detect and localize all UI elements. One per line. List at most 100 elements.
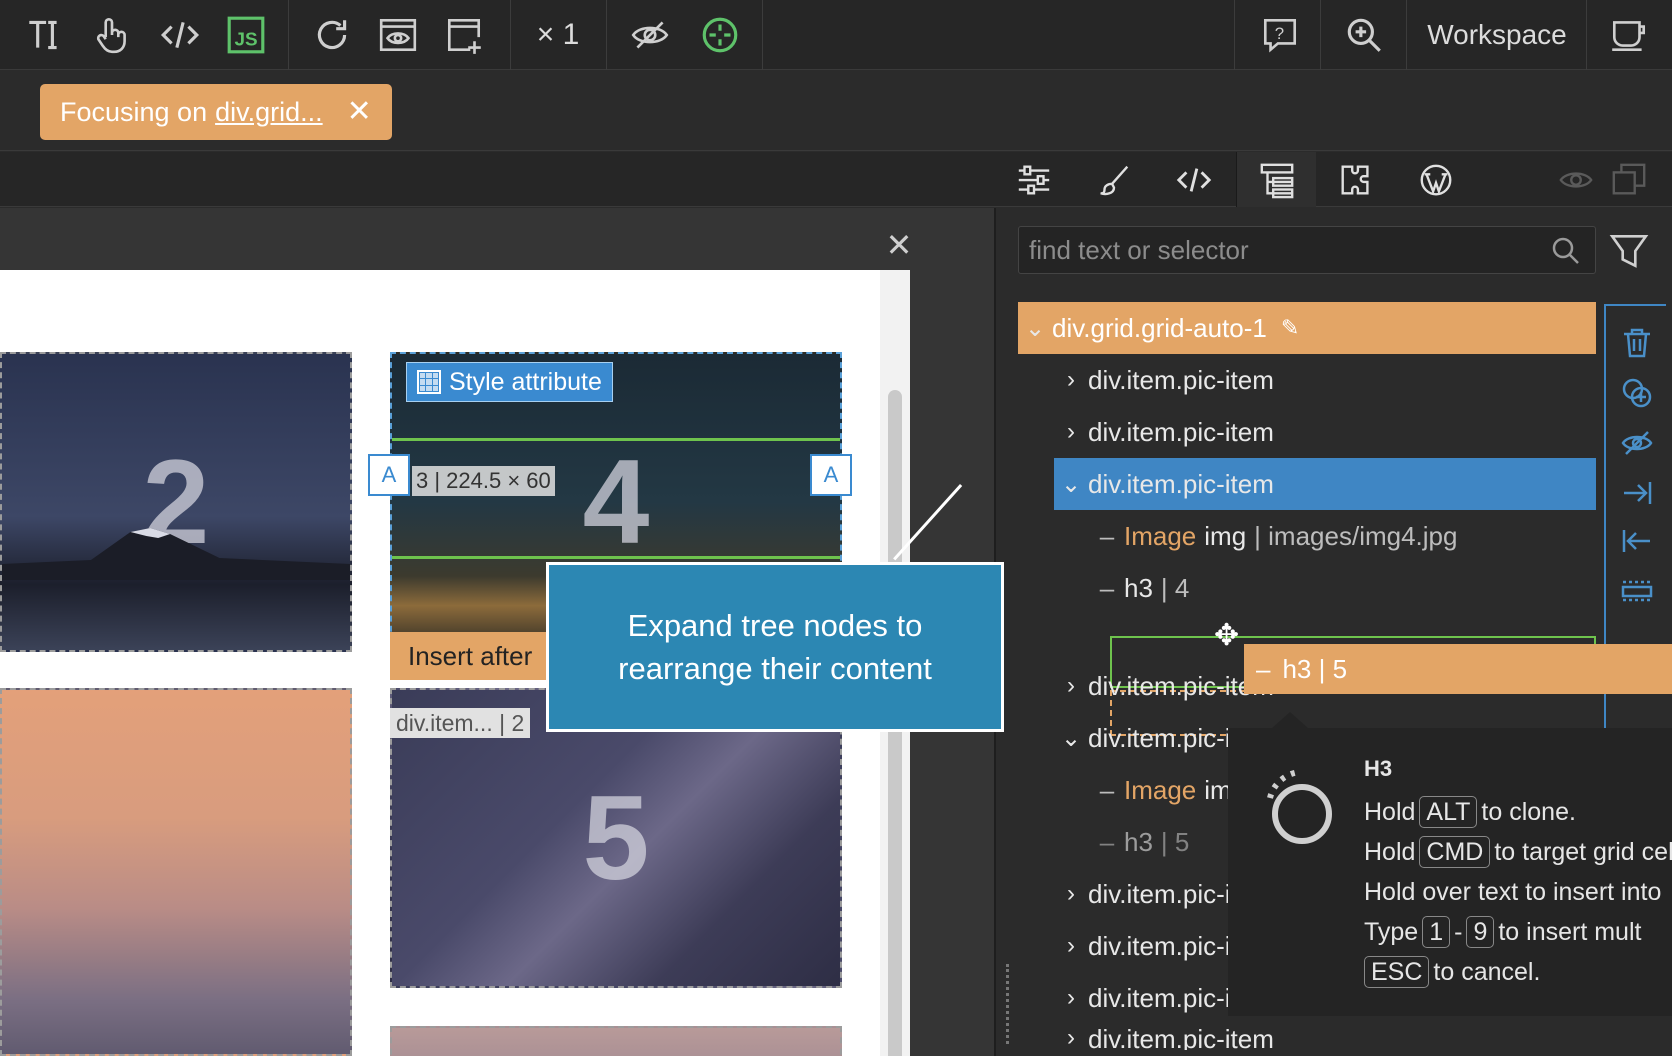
wrap-icon[interactable] xyxy=(1620,574,1654,608)
search-placeholder: find text or selector xyxy=(1029,234,1249,265)
picture-number: 4 xyxy=(582,435,650,569)
duplicate-add-icon[interactable] xyxy=(1620,376,1654,410)
dash-icon: – xyxy=(1099,774,1115,805)
tooltip-arrow xyxy=(1272,712,1308,728)
text-icon[interactable] xyxy=(14,0,74,70)
focus-target-link[interactable]: div.grid... xyxy=(215,97,323,128)
image-src: | images/img4.jpg xyxy=(1254,520,1458,551)
tree-node[interactable]: › div.item.pic-item xyxy=(1054,1024,1596,1050)
tab-components[interactable] xyxy=(1316,152,1396,207)
picture-number: 5 xyxy=(582,771,650,905)
tooltip-title: H3 xyxy=(1364,756,1393,781)
left-anchor-button[interactable]: A xyxy=(368,454,410,496)
tutorial-callout: Expand tree nodes to rearrange their con… xyxy=(546,562,1004,732)
eye-off-icon[interactable] xyxy=(620,0,680,70)
tooltip-text: - xyxy=(1454,918,1463,946)
hand-pointer-icon[interactable] xyxy=(82,0,142,70)
chevron-right-icon[interactable]: › xyxy=(1054,672,1088,700)
grid-image-2[interactable]: 2 xyxy=(0,352,352,652)
tree-icon xyxy=(1260,163,1293,198)
close-icon[interactable]: ✕ xyxy=(884,229,914,261)
insert-after-label: Insert after xyxy=(390,632,551,680)
js-icon[interactable]: JS xyxy=(216,0,276,70)
code-icon[interactable] xyxy=(150,0,210,70)
svg-text:JS: JS xyxy=(234,30,257,51)
add-page-icon[interactable] xyxy=(434,0,494,70)
top-toolbar: JS × 1 ? Workspace xyxy=(0,0,1672,70)
chevron-right-icon[interactable]: › xyxy=(1054,984,1088,1012)
settings-sliders-icon xyxy=(1018,165,1050,194)
zoom-icon[interactable] xyxy=(1332,0,1396,70)
chevron-down-icon[interactable]: ⌄ xyxy=(1018,314,1052,343)
dragged-node-label: h3 | 5 xyxy=(1282,653,1348,684)
workspace-button[interactable]: Workspace xyxy=(1418,0,1576,70)
tab-style[interactable] xyxy=(1074,152,1154,207)
brush-icon: ✎ xyxy=(1280,315,1300,340)
h3-value: | 5 xyxy=(1160,826,1190,857)
chevron-right-icon[interactable]: › xyxy=(1054,932,1088,960)
search-icon[interactable] xyxy=(1551,236,1581,266)
chevron-down-icon[interactable]: ⌄ xyxy=(1054,724,1088,753)
panel-resize-handle[interactable] xyxy=(1006,964,1010,1044)
mountain-shape xyxy=(2,528,350,580)
tooltip-text: Hold xyxy=(1364,838,1416,866)
chevron-down-icon[interactable]: ⌄ xyxy=(1054,470,1088,499)
tab-tree[interactable] xyxy=(1236,152,1316,207)
h3-value: | 4 xyxy=(1160,572,1190,603)
grid-image-bottom[interactable] xyxy=(390,1026,842,1056)
tree-node-root[interactable]: ⌄ div.grid.grid-auto-1 ✎ xyxy=(1018,302,1596,354)
eye-icon[interactable] xyxy=(1556,152,1596,207)
code-icon xyxy=(1176,167,1212,192)
tab-code[interactable] xyxy=(1154,152,1234,207)
close-icon[interactable]: ✕ xyxy=(347,97,372,127)
grid-image-sunset[interactable] xyxy=(0,688,352,1056)
brush-icon xyxy=(1100,165,1129,195)
tooltip-text: to cancel. xyxy=(1433,958,1541,986)
focus-chip: Focusing on div.grid... ✕ xyxy=(40,84,392,140)
tab-wordpress[interactable] xyxy=(1396,152,1476,207)
svg-text:?: ? xyxy=(1275,24,1284,43)
tooltip-text: Hold over text to insert into xyxy=(1364,878,1662,906)
search-input[interactable]: find text or selector xyxy=(1018,226,1596,274)
copy-icon[interactable] xyxy=(1604,152,1654,207)
image-tag: Image xyxy=(1124,774,1197,805)
tree-node-selected[interactable]: ⌄ div.item.pic-item xyxy=(1054,458,1596,510)
chevron-right-icon[interactable]: › xyxy=(1054,418,1088,446)
tree-node-image[interactable]: – Image img | images/img4.jpg xyxy=(1090,510,1596,562)
indent-left-icon[interactable] xyxy=(1620,524,1654,558)
style-attribute-badge[interactable]: Style attribute xyxy=(406,362,613,402)
wordpress-icon xyxy=(1420,164,1452,195)
h3-tag: h3 xyxy=(1124,826,1153,857)
tooltip-text: Hold xyxy=(1364,798,1416,826)
help-icon[interactable]: ? xyxy=(1248,0,1312,70)
alt-key: ALT xyxy=(1419,796,1478,828)
dragged-node[interactable]: – h3 | 5 xyxy=(1244,644,1672,694)
chevron-right-icon[interactable]: › xyxy=(1054,1024,1088,1050)
tree-node[interactable]: › div.item.pic-item xyxy=(1054,406,1596,458)
chevron-right-icon[interactable]: › xyxy=(1054,366,1088,394)
right-anchor-button[interactable]: A xyxy=(810,454,852,496)
trash-icon[interactable] xyxy=(1620,326,1654,360)
cup-icon[interactable] xyxy=(1596,0,1662,70)
tree-node-label: div.grid.grid-auto-1 xyxy=(1052,312,1267,343)
eye-off-icon[interactable] xyxy=(1620,426,1654,460)
tab-settings[interactable] xyxy=(994,152,1074,207)
drag-hint-tooltip: H3 Hold ALT to clone. Hold CMD to target gri… xyxy=(1228,712,1672,1016)
refresh-icon[interactable] xyxy=(302,0,362,70)
indent-right-icon[interactable] xyxy=(1620,476,1654,510)
chevron-right-icon[interactable]: › xyxy=(1054,880,1088,908)
tree-node-h3[interactable]: – h3 | 4 xyxy=(1090,562,1596,614)
tooltip-text: to clone. xyxy=(1481,798,1576,826)
zoom-level-button[interactable]: × 1 xyxy=(520,0,596,70)
filter-icon[interactable] xyxy=(1608,230,1650,272)
image-tag: Image xyxy=(1124,520,1197,551)
tree-node-label: div.item.pic-item xyxy=(1088,364,1274,395)
move-cursor-icon: ✥ xyxy=(1214,619,1240,652)
dash-icon: – xyxy=(1099,572,1115,603)
image-element: img xyxy=(1204,520,1247,551)
tree-node[interactable]: › div.item.pic-item xyxy=(1054,354,1596,406)
preview-icon[interactable] xyxy=(368,0,428,70)
focus-bar: Focusing on div.grid... ✕ xyxy=(0,71,1672,151)
dash-icon: – xyxy=(1099,520,1115,551)
target-icon[interactable] xyxy=(690,0,750,70)
